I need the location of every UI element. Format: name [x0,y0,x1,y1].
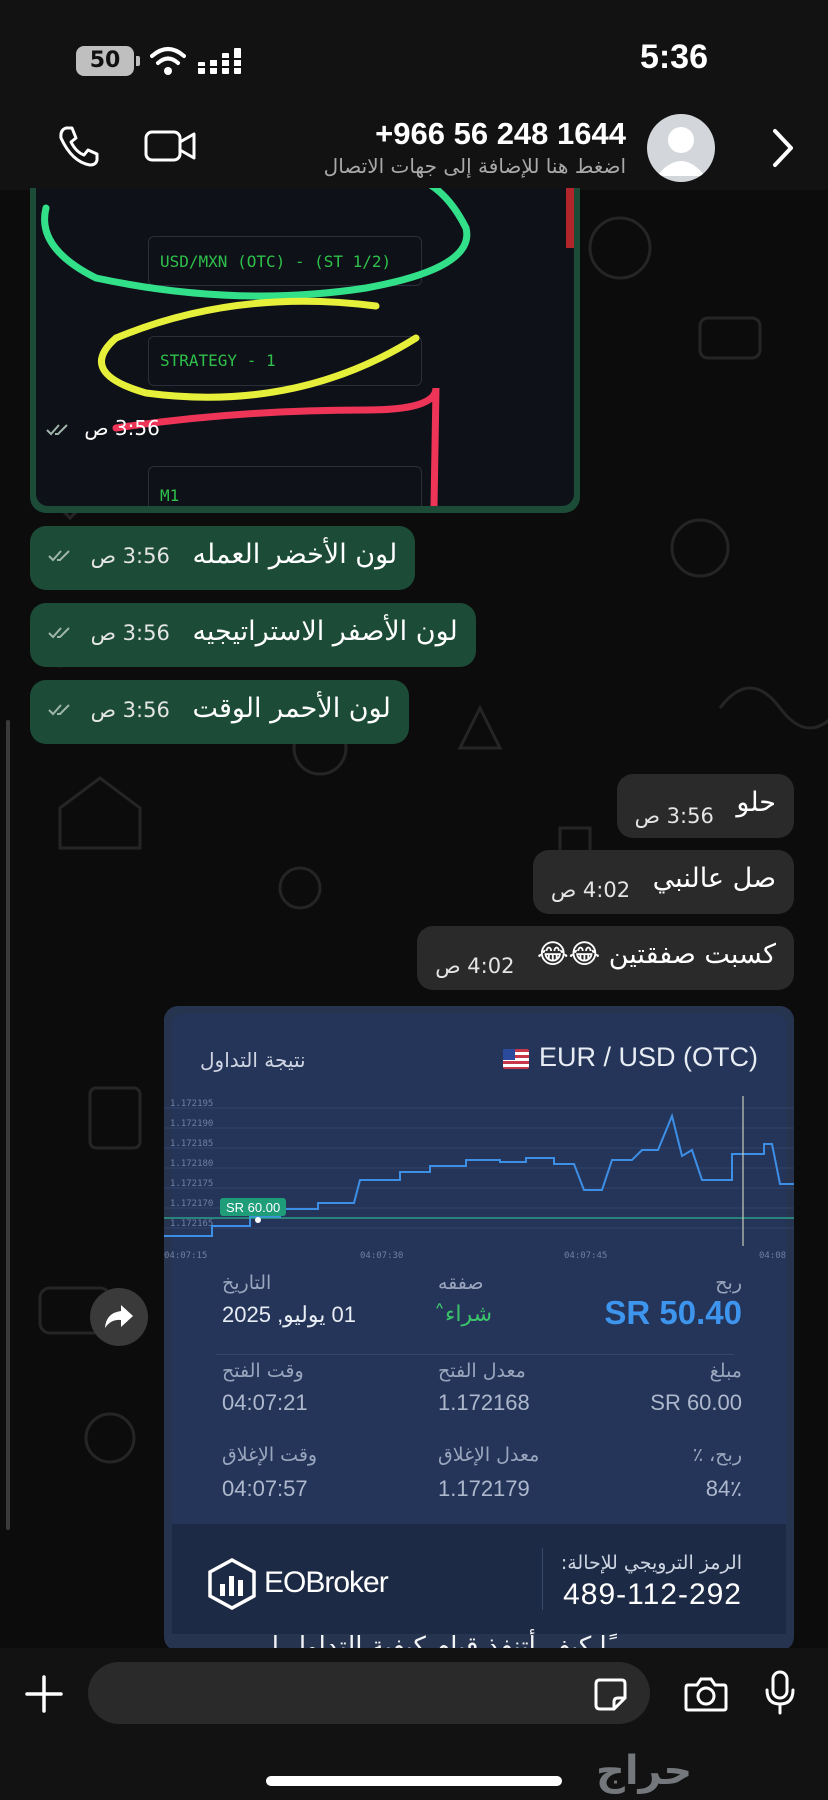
default-avatar-icon [657,127,705,176]
sticker-icon[interactable] [592,1676,628,1712]
home-indicator[interactable] [266,1776,562,1786]
profit-percent-label: ربح، ٪ [692,1444,742,1466]
trade-result-card[interactable]: نتيجة التداول EUR / USD (OTC) 1.172195 1… [164,1006,794,1651]
date-text: 01 يوليو, 2025 [222,1302,356,1327]
message-bubble[interactable]: حلو 3:56 ص [616,774,794,838]
open-time-label: وقت الفتح [222,1360,304,1382]
open-time-value: 04:07:21 [222,1390,308,1415]
entry-point [255,1217,261,1223]
add-contact-hint[interactable]: اضغط هنا للإضافة إلى جهات الاتصال [324,154,626,178]
price-chart: 1.172195 1.172190 1.172185 1.172180 1.17… [164,1096,794,1261]
status-bar: 50 5:36 [0,0,828,110]
message-bubble[interactable]: لون الأحمر الوقت 3:56 ص [30,680,409,744]
brand-name: EOBroker [264,1566,389,1599]
promo-code-value: 489-112-292 [563,1578,742,1611]
microphone-icon[interactable] [764,1670,796,1716]
message-bubble[interactable]: لون الأصفر الاستراتيجيه 3:56 ص [30,603,476,667]
profit-label: ربح [715,1272,742,1294]
strategy-screenshot[interactable]: USD/MXN (OTC) - (ST 1/2) STRATEGY - 1 M1 [36,188,574,506]
chat-screen: 50 5:36 +966 56 248 1644 اضغط هنا للإضاف… [0,0,828,1800]
message-text: كسبت صفقتين 😂😂 [537,939,776,970]
flag-icon [503,1048,529,1069]
image-message-time: 3:56 ص [46,416,160,440]
entry-tag-label: SR 60.00 [226,1200,280,1215]
date-label: التاريخ [222,1272,272,1294]
message-time: 3:56 ص [84,416,160,440]
promo-code-label: الرمز الترويجي للإحالة: [560,1552,742,1574]
message-text: حلو [736,787,776,818]
chat-header[interactable]: +966 56 248 1644 اضغط هنا للإضافة إلى جه… [0,110,828,190]
close-time-value: 04:07:57 [222,1476,308,1501]
message-time: 3:56 ص [90,621,170,645]
plus-icon[interactable] [24,1674,64,1714]
avatar[interactable] [647,114,715,182]
read-ticks-icon [46,423,68,435]
y-tick: 1.172165 [170,1219,213,1229]
message-input[interactable] [88,1662,650,1724]
y-tick: 1.172175 [170,1179,213,1189]
x-tick: 04:07:45 [564,1251,607,1261]
open-rate-value: 1.172168 [438,1390,530,1415]
wifi-icon [150,47,186,75]
phone-call-icon[interactable] [56,124,100,168]
message-time: 3:56 ص [90,698,170,722]
image-message[interactable]: USD/MXN (OTC) - (ST 1/2) STRATEGY - 1 M1… [30,188,580,513]
x-tick: 04:07:30 [360,1251,403,1261]
highlight-scribbles [41,188,471,506]
read-ticks-icon [48,626,70,638]
message-text: لون الأحمر الوقت [192,693,391,724]
close-rate-label: معدل الإغلاق [438,1444,540,1466]
watermark: حراج [596,1748,693,1794]
x-tick: 04:07:15 [164,1251,207,1261]
date-value: 01 يوليو, 2025 [222,1302,356,1328]
message-bubble[interactable]: لون الأخضر العمله 3:56 ص [30,526,416,590]
chevron-right-icon[interactable] [772,128,794,168]
currency-pair: EUR / USD (OTC) [503,1042,758,1073]
buy-label: شراء [445,1302,493,1327]
trade-result-title: نتيجة التداول [200,1048,306,1072]
cellular-signal-icon [198,48,242,74]
message-input-bar: حراج [0,1648,828,1800]
divider [542,1548,543,1610]
y-tick: 1.172185 [170,1139,213,1149]
message-time: 3:56 ص [90,544,170,568]
amount-label: مبلغ [709,1360,742,1382]
read-ticks-icon [48,549,70,561]
message-time: 3:56 ص [634,804,714,828]
x-tick: 04:08 [759,1251,786,1261]
message-bubble[interactable]: كسبت صفقتين 😂😂 4:02 ص [417,926,794,990]
scroll-indicator[interactable] [6,720,10,1530]
y-tick: 1.172190 [170,1119,213,1129]
amount-value: SR 60.00 [650,1390,742,1415]
open-rate-label: معدل الفتح [438,1360,526,1382]
deal-label: صفقه [438,1272,484,1294]
close-time-label: وقت الإغلاق [222,1444,318,1466]
contact-phone-number[interactable]: +966 56 248 1644 [375,116,626,152]
eobroker-logo: EOBroker [206,1556,406,1616]
camera-icon[interactable] [684,1676,728,1712]
forward-button[interactable] [90,1288,148,1346]
close-rate-value: 1.172179 [438,1476,530,1501]
message-time: 4:02 ص [550,878,631,902]
profit-value: SR 50.40 [604,1294,742,1331]
currency-pair-label: EUR / USD (OTC) [539,1042,758,1072]
video-call-icon[interactable] [144,128,196,164]
message-text: لون الأصفر الاستراتيجيه [192,616,458,647]
chevron-up-icon: ˄ [434,1302,445,1327]
read-ticks-icon [48,703,70,715]
message-time: 4:02 ص [435,954,515,978]
share-arrow-icon [105,1305,133,1328]
profit-percent-value: 84٪ [705,1476,742,1501]
y-tick: 1.172195 [170,1099,213,1109]
eobroker-logo-icon [208,1558,256,1610]
message-text: لون الأخضر العمله [192,539,398,570]
deal-value: شراء˄ [434,1302,492,1327]
y-tick: 1.172180 [170,1159,213,1169]
message-bubble[interactable]: صل عالنبي 4:02 ص [532,850,794,914]
battery-indicator: 50 [76,46,140,76]
divider [216,1354,734,1355]
message-text: صل عالنبي [652,863,776,894]
y-tick: 1.172170 [170,1199,213,1209]
status-time: 5:36 [639,38,708,76]
